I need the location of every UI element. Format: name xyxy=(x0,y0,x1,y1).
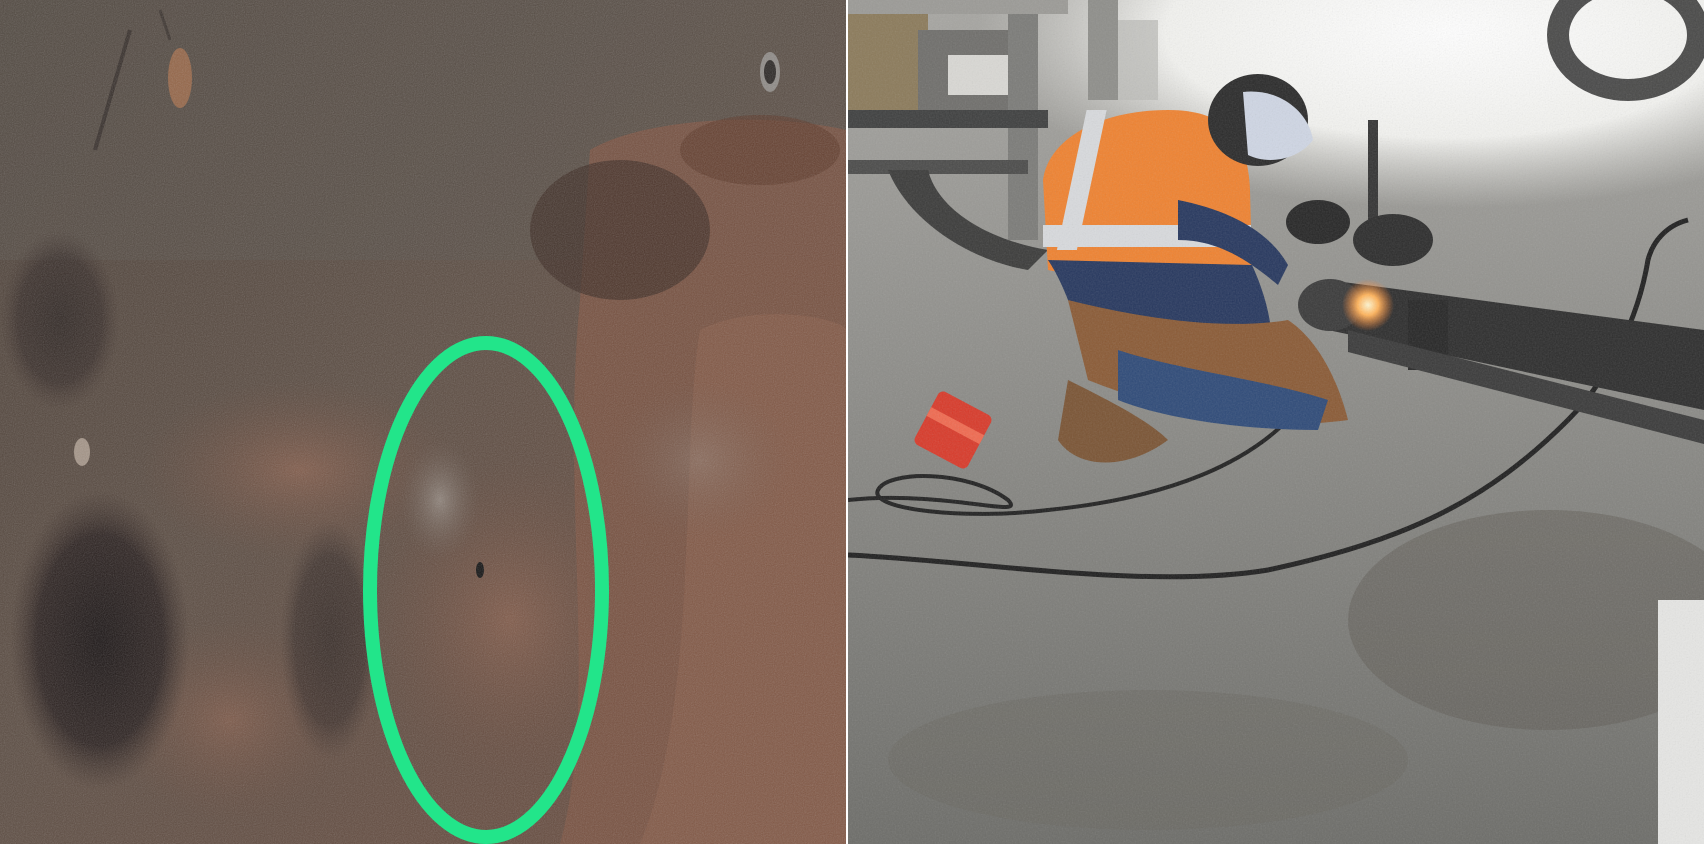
welding-repair-photo xyxy=(848,0,1704,844)
corroded-surface-image xyxy=(0,0,846,844)
corroded-surface-photo xyxy=(0,0,846,844)
welding-scene-image xyxy=(848,0,1704,844)
